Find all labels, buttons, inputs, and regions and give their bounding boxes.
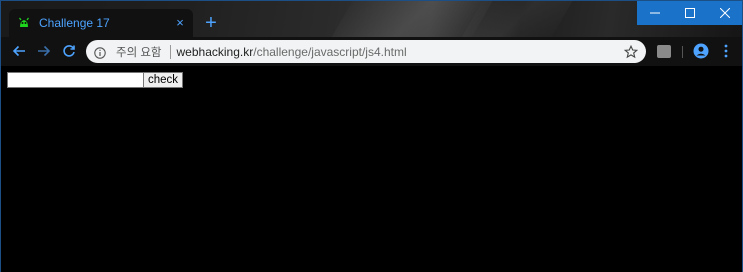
- url-path: /challenge/javascript/js4.html: [253, 44, 407, 59]
- page-content: check: [1, 66, 742, 272]
- maximize-button[interactable]: [672, 1, 707, 25]
- star-icon[interactable]: [623, 44, 639, 59]
- minimize-icon: [649, 12, 660, 14]
- tab-close-icon[interactable]: ×: [173, 16, 187, 30]
- maximize-icon: [684, 8, 695, 18]
- omnibox-divider: [169, 44, 171, 59]
- close-window-button[interactable]: [707, 1, 742, 25]
- browser-toolbar: 주의 요함 webhacking.kr/challenge/javascript…: [1, 37, 742, 66]
- arrow-left-icon: [12, 45, 25, 57]
- address-bar[interactable]: 주의 요함 webhacking.kr/challenge/javascript…: [86, 40, 646, 63]
- security-status[interactable]: 주의 요함: [116, 44, 162, 60]
- info-icon[interactable]: [94, 46, 106, 59]
- new-tab-icon[interactable]: +: [201, 13, 221, 33]
- tab-title: Challenge 17: [39, 16, 110, 30]
- tab-strip: Challenge 17 × +: [1, 1, 742, 37]
- answer-input[interactable]: [7, 72, 144, 88]
- minimize-button[interactable]: [637, 1, 672, 25]
- close-icon: [719, 8, 730, 18]
- back-button[interactable]: [9, 41, 29, 61]
- toolbar-divider: [682, 46, 683, 58]
- profile-avatar-icon[interactable]: [693, 43, 709, 59]
- arrow-right-icon: [38, 45, 51, 57]
- tab-active[interactable]: Challenge 17 ×: [9, 9, 193, 37]
- extension-icon[interactable]: [657, 45, 671, 58]
- reload-button[interactable]: [59, 41, 79, 61]
- kebab-menu-icon[interactable]: [720, 43, 732, 59]
- url-text[interactable]: webhacking.kr/challenge/javascript/js4.h…: [177, 45, 624, 59]
- browser-window: Challenge 17 × + 주의 요함 webhacking.kr/cha…: [0, 0, 743, 272]
- url-host: webhacking.kr: [176, 44, 254, 59]
- forward-button[interactable]: [34, 41, 54, 61]
- reload-icon: [63, 45, 75, 57]
- check-button[interactable]: check: [143, 72, 183, 88]
- green-bug-icon: [17, 16, 31, 30]
